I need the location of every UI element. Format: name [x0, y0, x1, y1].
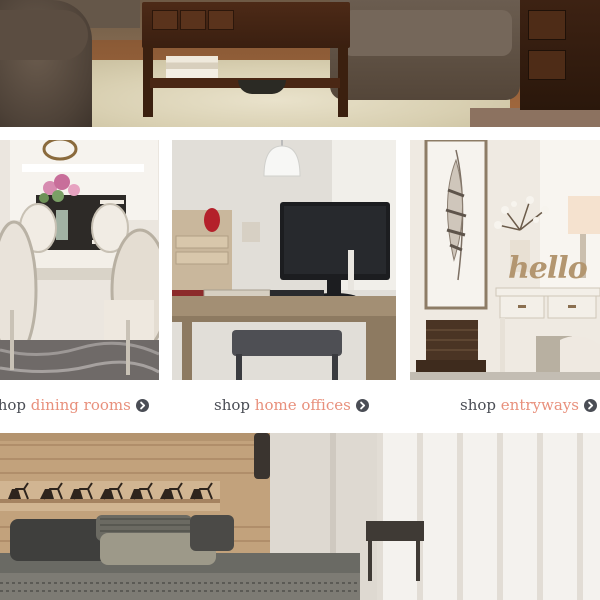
drawer — [208, 10, 234, 30]
drawer — [152, 10, 178, 30]
home-offices-tile-image[interactable] — [172, 140, 396, 380]
bowl — [238, 80, 286, 94]
books — [166, 56, 218, 78]
bedroom-illustration — [0, 433, 600, 600]
drawer — [528, 10, 566, 40]
dining-room-illustration — [0, 140, 159, 380]
shop-entryways-link[interactable]: shop entryways — [460, 393, 597, 417]
home-office-illustration — [172, 140, 396, 380]
drawer — [180, 10, 206, 30]
shop-label: shop — [214, 396, 250, 414]
category-home-offices: home offices — [254, 396, 351, 414]
shop-label: shop — [0, 396, 26, 414]
circle-chevron-right-icon — [135, 398, 149, 412]
circle-chevron-right-icon — [355, 398, 369, 412]
category-entryways: entryways — [500, 396, 579, 414]
shop-home-offices-link[interactable]: shop home offices — [214, 393, 369, 417]
rug-edge — [470, 108, 600, 127]
shop-label: shop — [460, 396, 496, 414]
category-dining-rooms: dining rooms — [30, 396, 131, 414]
armchair-arm — [0, 10, 88, 60]
entryways-tile-image[interactable]: hello — [410, 140, 600, 380]
drawer — [528, 50, 566, 80]
sofa-cushion — [342, 10, 512, 56]
dining-rooms-tile-image[interactable] — [0, 140, 159, 380]
shop-dining-rooms-link[interactable]: shop dining rooms — [0, 393, 149, 417]
circle-chevron-right-icon — [583, 398, 597, 412]
living-room-banner[interactable] — [0, 0, 600, 127]
hello-sign: hello — [508, 251, 588, 286]
bedroom-banner[interactable] — [0, 433, 600, 600]
